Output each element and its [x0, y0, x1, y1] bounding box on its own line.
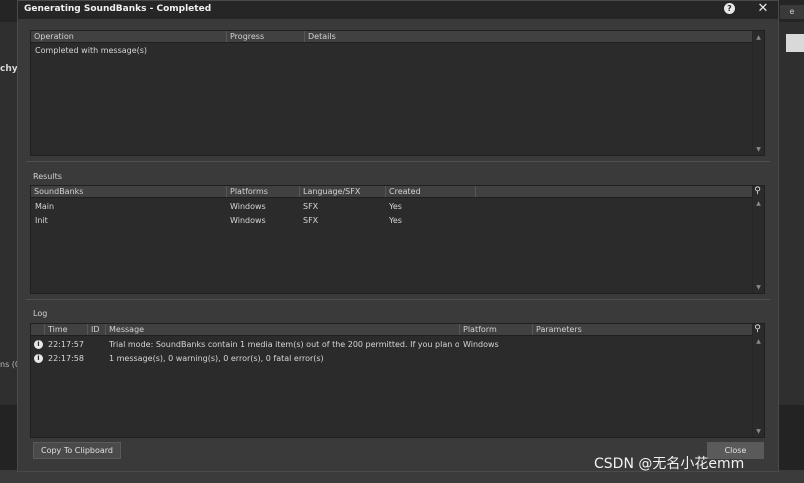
results-table: SoundBanks Platforms Language/SFX Create…	[30, 185, 765, 294]
table-row[interactable]: Main Windows SFX Yes	[31, 200, 752, 214]
results-scrollbar[interactable]: ⚲ ▲ ▼	[752, 186, 764, 293]
log-table: Time ID Message Platform Parameters i 22…	[30, 323, 765, 438]
column-header-created[interactable]: Created	[386, 186, 476, 197]
scroll-up-icon[interactable]: ▲	[753, 34, 764, 41]
column-header-platforms[interactable]: Platforms	[227, 186, 300, 197]
scroll-up-icon[interactable]: ▲	[753, 338, 764, 345]
scroll-down-icon[interactable]: ▼	[753, 284, 764, 291]
message-cell: Trial mode: SoundBanks contain 1 media i…	[109, 340, 459, 349]
background-left-label: chy	[0, 64, 18, 74]
table-row[interactable]: i 22:17:58 1 message(s), 0 warning(s), 0…	[31, 352, 752, 366]
soundbank-cell: Init	[35, 216, 48, 225]
scroll-down-icon[interactable]: ▼	[753, 146, 764, 153]
info-icon: i	[34, 340, 43, 349]
results-table-header: SoundBanks Platforms Language/SFX Create…	[31, 186, 752, 198]
column-header-id[interactable]: ID	[88, 324, 106, 335]
search-icon[interactable]: ⚲	[752, 324, 763, 335]
column-header-progress[interactable]: Progress	[227, 31, 305, 42]
soundbank-generation-dialog: Generating SoundBanks - Completed ? ✕ Op…	[17, 0, 779, 472]
column-header-time[interactable]: Time	[45, 324, 88, 335]
help-icon[interactable]: ?	[724, 3, 735, 14]
operations-table: Operation Progress Details Completed wit…	[30, 30, 765, 156]
operations-table-header: Operation Progress Details	[31, 31, 752, 43]
language-cell: SFX	[303, 202, 319, 211]
table-row[interactable]: i 22:17:57 Trial mode: SoundBanks contai…	[31, 338, 752, 352]
created-cell: Yes	[389, 216, 402, 225]
platform-cell: Windows	[230, 202, 266, 211]
watermark-text: CSDN @无名小花emm	[594, 456, 745, 472]
operation-cell: Completed with message(s)	[35, 46, 148, 55]
table-row[interactable]: Completed with message(s)	[31, 44, 752, 58]
close-icon[interactable]: ✕	[756, 1, 770, 17]
created-cell: Yes	[389, 202, 402, 211]
info-icon: i	[34, 354, 43, 363]
platform-cell: Windows	[230, 216, 266, 225]
log-table-header: Time ID Message Platform Parameters	[31, 324, 752, 336]
results-label: Results	[33, 172, 62, 181]
scroll-up-icon[interactable]: ▲	[753, 200, 764, 207]
time-cell: 22:17:58	[48, 354, 84, 363]
column-header-language-sfx[interactable]: Language/SFX	[300, 186, 386, 197]
message-cell: 1 message(s), 0 warning(s), 0 error(s), …	[109, 354, 324, 363]
column-header-soundbanks[interactable]: SoundBanks	[31, 186, 227, 197]
log-scrollbar[interactable]: ⚲ ▲ ▼	[752, 324, 764, 437]
column-header-details[interactable]: Details	[305, 31, 752, 42]
background-right-widget	[786, 34, 804, 52]
search-icon[interactable]: ⚲	[752, 186, 763, 197]
copy-to-clipboard-button[interactable]: Copy To Clipboard	[33, 442, 121, 459]
soundbank-cell: Main	[35, 202, 55, 211]
column-header-platform[interactable]: Platform	[460, 324, 533, 335]
language-cell: SFX	[303, 216, 319, 225]
column-header-parameters[interactable]: Parameters	[533, 324, 752, 335]
column-header-message[interactable]: Message	[106, 324, 460, 335]
column-header-icon	[31, 324, 45, 335]
operations-scrollbar[interactable]: ▲ ▼	[752, 31, 764, 155]
time-cell: 22:17:57	[48, 340, 84, 349]
dialog-titlebar[interactable]: Generating SoundBanks - Completed ? ✕	[18, 1, 778, 19]
log-label: Log	[33, 309, 48, 318]
scroll-down-icon[interactable]: ▼	[753, 428, 764, 435]
background-right-tab[interactable]: e	[780, 5, 804, 19]
table-row[interactable]: Init Windows SFX Yes	[31, 214, 752, 228]
section-divider	[26, 161, 770, 162]
column-header-operation[interactable]: Operation	[31, 31, 227, 42]
section-divider	[26, 299, 770, 300]
platform-cell: Windows	[463, 340, 499, 349]
dialog-title: Generating SoundBanks - Completed	[24, 4, 212, 14]
